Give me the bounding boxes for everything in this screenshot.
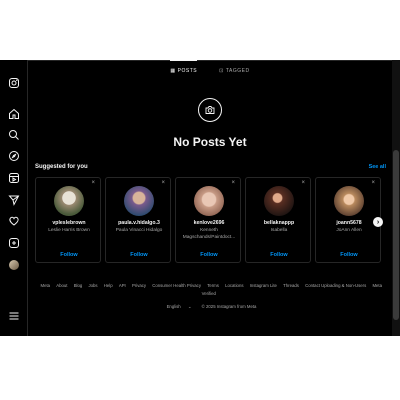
follow-button[interactable]: Follow [316, 252, 382, 258]
footer-link[interactable]: Consumer Health Privacy [152, 283, 201, 288]
suggestion-avatar[interactable] [124, 186, 154, 216]
see-all-link[interactable]: See all [369, 164, 386, 170]
profile-avatar[interactable] [7, 258, 21, 272]
suggestion-card[interactable]: × bellaknappp Isabella Follow [245, 177, 311, 263]
suggestion-avatar[interactable] [334, 186, 364, 216]
tab-tagged[interactable]: ⊡ TAGGED [219, 61, 249, 76]
tagged-icon: ⊡ [219, 68, 224, 74]
footer-link[interactable]: Jobs [89, 283, 98, 288]
suggestion-fullname: Isabella [270, 228, 288, 233]
suggestion-username[interactable]: vpleslebrown [36, 220, 102, 226]
suggestion-avatar[interactable] [194, 186, 224, 216]
create-icon[interactable] [7, 236, 21, 250]
instagram-icon[interactable] [7, 76, 21, 90]
footer-bottom: English ⌄ © 2025 Instagram from Meta [28, 304, 392, 310]
footer-link[interactable]: Help [104, 283, 113, 288]
footer-link[interactable]: Instagram Lite [250, 283, 277, 288]
copyright: © 2025 Instagram from Meta [201, 304, 257, 309]
suggestion-fullname: JoAnn Allen [336, 228, 362, 233]
scrollbar[interactable] [392, 60, 400, 336]
search-icon[interactable] [7, 128, 21, 142]
grid-icon: ▦ [170, 68, 176, 74]
suggestion-card[interactable]: × kenlove2696 Kenneth Magschands/Paintdo… [175, 177, 241, 263]
suggestion-fullname: Paula Vinacci Hidalgo [115, 228, 163, 233]
dismiss-icon[interactable]: × [91, 180, 95, 186]
scrollbar-thumb[interactable] [393, 150, 399, 320]
footer-link[interactable]: Locations [225, 283, 243, 288]
menu-icon[interactable] [7, 309, 21, 323]
suggestion-username[interactable]: bellaknappp [246, 220, 312, 226]
profile-tabs: ▦ POSTS ⊡ TAGGED [28, 60, 392, 76]
footer-link[interactable]: Terms [207, 283, 219, 288]
suggested-cards: × vpleslebrown Leslie Harris Brown Follo… [35, 177, 391, 265]
camera-icon [198, 98, 222, 122]
notifications-icon[interactable] [7, 214, 21, 228]
suggestion-username[interactable]: paula.v.hidalgo.3 [106, 220, 172, 226]
follow-button[interactable]: Follow [176, 252, 242, 258]
language-label: English [166, 304, 181, 309]
suggestion-card[interactable]: × vpleslebrown Leslie Harris Brown Follo… [35, 177, 101, 263]
tab-tagged-label: TAGGED [225, 68, 250, 74]
tab-posts-label: POSTS [177, 68, 198, 74]
messages-icon[interactable] [7, 193, 21, 207]
sidebar [0, 60, 28, 336]
instagram-profile-app: ▦ POSTS ⊡ TAGGED No Posts Yet Suggested … [0, 60, 400, 336]
dismiss-icon[interactable]: × [371, 180, 375, 186]
language-select[interactable]: English ⌄ [164, 304, 195, 309]
suggestion-fullname: Leslie Harris Brown [48, 228, 90, 233]
footer-links: Meta About Blog Jobs Help API Privacy Co… [36, 282, 384, 298]
suggestion-avatar[interactable] [54, 186, 84, 216]
footer-link[interactable]: Threads [283, 283, 299, 288]
footer-link[interactable]: Blog [74, 283, 83, 288]
home-icon[interactable] [7, 107, 21, 121]
follow-button[interactable]: Follow [246, 252, 312, 258]
suggestion-username[interactable]: kenlove2696 [176, 220, 242, 226]
footer-link[interactable]: About [56, 283, 67, 288]
follow-button[interactable]: Follow [36, 252, 102, 258]
profile-main: ▦ POSTS ⊡ TAGGED No Posts Yet Suggested … [28, 60, 392, 336]
dismiss-icon[interactable]: × [161, 180, 165, 186]
suggested-heading: Suggested for you [35, 164, 88, 170]
explore-icon[interactable] [7, 149, 21, 163]
suggestion-card[interactable]: × paula.v.hidalgo.3 Paula Vinacci Hidalg… [105, 177, 171, 263]
suggestion-fullname: Kenneth Magschands/Paintdoct... [182, 228, 236, 240]
footer-link[interactable]: Privacy [132, 283, 146, 288]
dismiss-icon[interactable]: × [301, 180, 305, 186]
no-posts-title: No Posts Yet [173, 135, 247, 149]
next-arrow-icon[interactable]: › [373, 217, 383, 227]
follow-button[interactable]: Follow [106, 252, 172, 258]
suggestion-avatar[interactable] [264, 186, 294, 216]
footer-link[interactable]: Contact Uploading & Non-Users [305, 283, 366, 288]
dismiss-icon[interactable]: × [231, 180, 235, 186]
tab-posts[interactable]: ▦ POSTS [170, 60, 198, 76]
chevron-down-icon: ⌄ [187, 304, 192, 309]
suggestion-card[interactable]: × joann5678 JoAnn Allen Follow [315, 177, 381, 263]
footer-link[interactable]: API [119, 283, 126, 288]
reels-icon[interactable] [7, 171, 21, 185]
footer-link[interactable]: Meta [40, 283, 50, 288]
